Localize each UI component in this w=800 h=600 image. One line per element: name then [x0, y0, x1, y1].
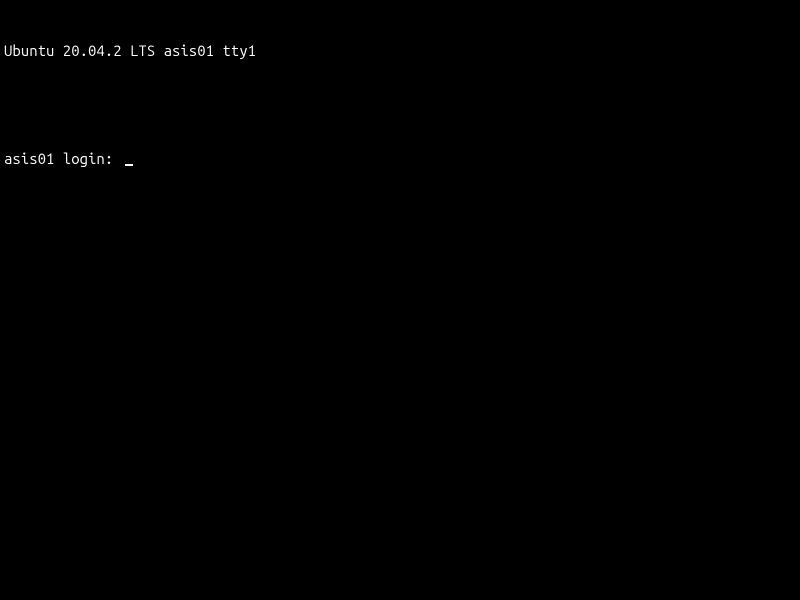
cursor	[125, 164, 133, 166]
login-prompt: asis01 login:	[4, 150, 122, 168]
login-prompt-line: asis01 login:	[4, 150, 796, 168]
terminal[interactable]: Ubuntu 20.04.2 LTS asis01 tty1 asis01 lo…	[4, 6, 796, 186]
banner-line: Ubuntu 20.04.2 LTS asis01 tty1	[4, 42, 796, 60]
login-input[interactable]	[122, 150, 123, 167]
blank-line	[4, 96, 796, 114]
